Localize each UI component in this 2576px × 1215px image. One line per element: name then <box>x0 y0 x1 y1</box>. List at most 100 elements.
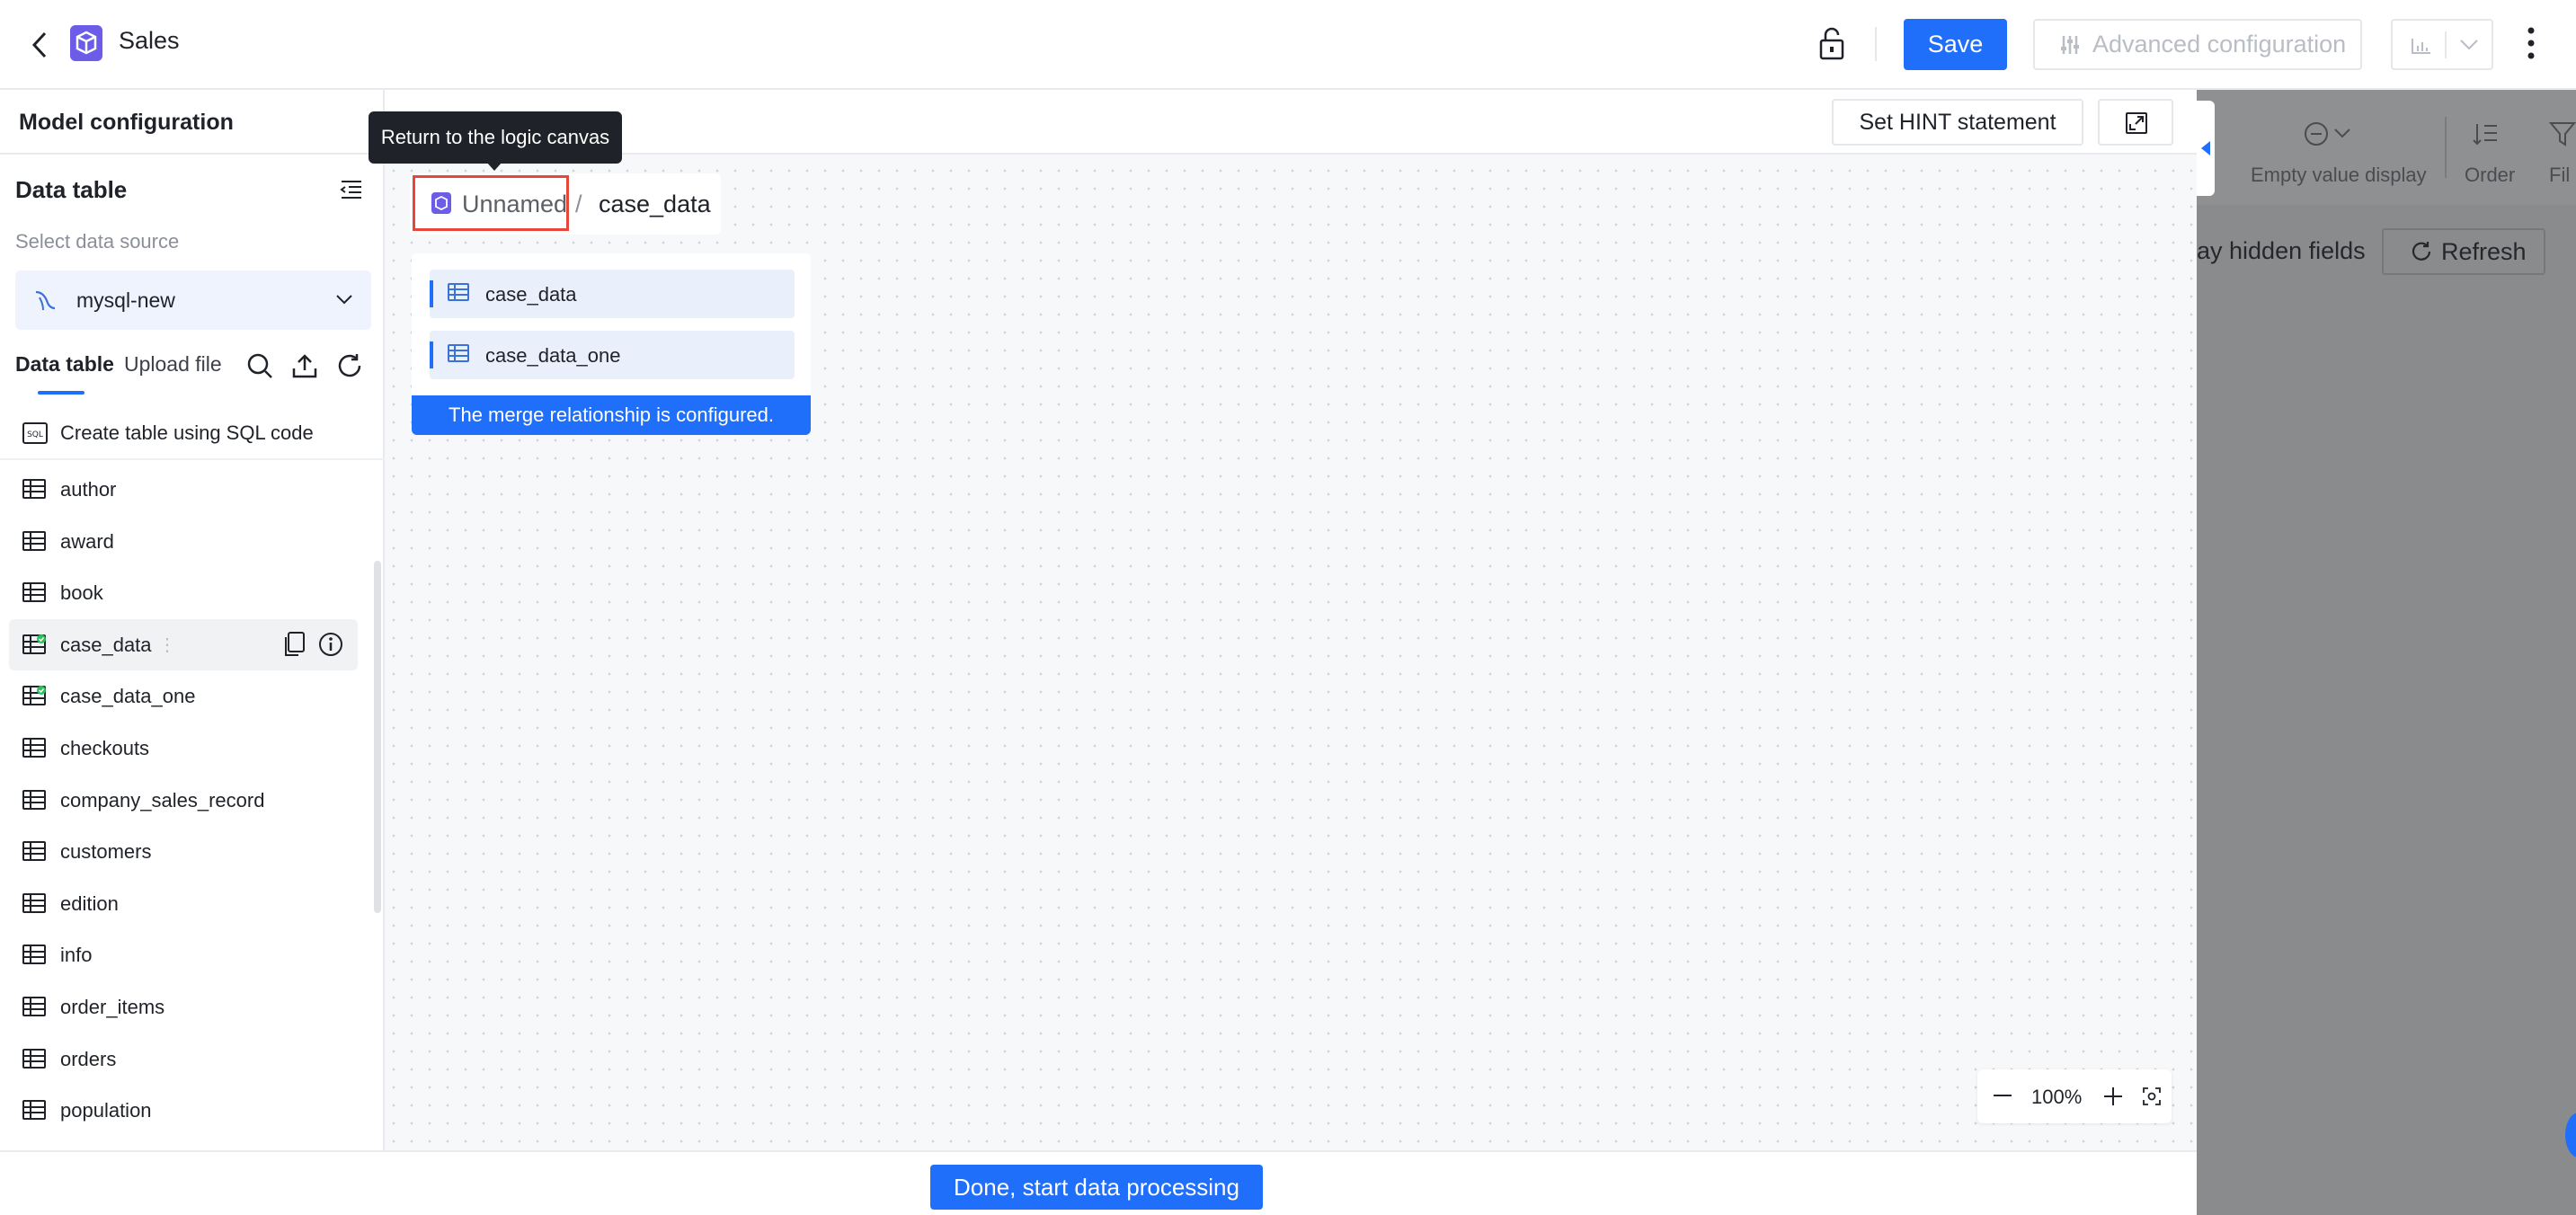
save-button[interactable]: Save <box>1904 19 2007 70</box>
table-icon <box>22 945 46 965</box>
table-used-icon <box>22 634 46 654</box>
filter-icon[interactable] <box>2549 120 2576 147</box>
table-item-label: orders <box>60 1047 117 1070</box>
zoom-level: 100% <box>2031 1086 2083 1108</box>
table-item-label: case_data <box>60 633 152 656</box>
highlight-box <box>413 175 569 231</box>
search-icon[interactable] <box>246 352 273 379</box>
table-icon <box>22 1048 46 1069</box>
table-item-population[interactable]: population <box>9 1085 358 1137</box>
expand-button[interactable] <box>2098 99 2173 146</box>
order-icon[interactable] <box>2472 120 2499 147</box>
advanced-configuration-label: Advanced configuration <box>2092 31 2347 58</box>
refresh-button[interactable]: Refresh <box>2382 228 2545 275</box>
table-item-order-items[interactable]: order_items <box>9 981 358 1033</box>
create-table-sql-item[interactable]: SQL Create table using SQL code <box>0 406 385 460</box>
divider <box>1875 27 1877 61</box>
filter-label: Fil <box>2549 164 2571 186</box>
table-item-orders[interactable]: orders <box>9 1033 358 1086</box>
table-item-label: order_items <box>60 995 165 1018</box>
table-item-label: company_sales_record <box>60 788 265 811</box>
sql-icon: SQL <box>22 422 48 444</box>
create-table-sql-label: Create table using SQL code <box>60 421 314 444</box>
data-table-title: Data table <box>15 176 128 203</box>
table-item-label: author <box>60 478 117 501</box>
table-item-label: edition <box>60 891 119 915</box>
table-icon <box>22 1100 46 1121</box>
app-title: Sales <box>119 27 180 54</box>
drag-handle-icon[interactable]: ⋮ <box>158 634 176 656</box>
table-item-book[interactable]: book <box>9 567 358 619</box>
table-item-edition[interactable]: edition <box>9 878 358 930</box>
table-item-label: book <box>60 581 103 605</box>
empty-value-icon[interactable] <box>2303 120 2353 147</box>
refresh-label: Refresh <box>2441 237 2527 265</box>
zoom-control: 100% <box>1977 1069 2172 1123</box>
breadcrumb-separator: / <box>575 191 582 217</box>
panel-collapse-handle[interactable] <box>2197 101 2215 196</box>
chart-type-dropdown[interactable] <box>2391 19 2493 70</box>
table-icon <box>448 283 469 301</box>
app-cube-icon <box>70 25 102 61</box>
merge-status-banner: The merge relationship is configured. <box>412 395 811 435</box>
model-config-title: Model configuration <box>19 110 234 135</box>
merge-node-card[interactable]: case_data case_data_one The merge relati… <box>412 253 811 435</box>
right-config-panel: Empty value display Order Fil ay hidden … <box>2197 90 2576 1215</box>
table-icon <box>22 841 46 862</box>
table-item-label: customers <box>60 840 152 864</box>
right-toolbar: Empty value display Order Fil <box>2197 90 2576 205</box>
table-icon <box>448 344 469 362</box>
info-icon[interactable] <box>318 632 343 657</box>
advanced-configuration-button[interactable]: Advanced configuration <box>2033 19 2362 70</box>
select-data-source-label: Select data source <box>15 230 180 253</box>
caret-left-icon <box>2200 140 2211 156</box>
table-icon <box>22 530 46 551</box>
table-icon <box>22 892 46 913</box>
mysql-icon <box>33 288 57 312</box>
node-table-case-data[interactable]: case_data <box>430 270 795 318</box>
table-item-author[interactable]: author <box>9 464 358 516</box>
table-item-case-data-one[interactable]: case_data_one <box>9 670 358 723</box>
table-list-scrollbar[interactable] <box>374 561 381 913</box>
back-arrow-icon[interactable] <box>31 31 49 59</box>
fit-screen-icon[interactable] <box>2143 1087 2161 1105</box>
table-item-customers[interactable]: customers <box>9 826 358 878</box>
upload-icon[interactable] <box>291 352 318 379</box>
table-item-case-data[interactable]: case_data ⋮ <box>9 618 358 671</box>
collapse-list-icon[interactable] <box>340 180 363 200</box>
copy-icon[interactable] <box>282 631 306 657</box>
data-source-select[interactable]: mysql-new <box>15 270 371 330</box>
more-vertical-icon[interactable] <box>2527 27 2535 59</box>
node-table-case-data-one[interactable]: case_data_one <box>430 331 795 379</box>
lock-icon[interactable] <box>1818 27 1845 61</box>
tooltip-arrow <box>486 162 502 171</box>
table-item-info[interactable]: info <box>9 929 358 981</box>
table-icon <box>22 582 46 603</box>
table-item-label: award <box>60 529 114 553</box>
left-panel: Model configuration Data table Select da… <box>0 90 385 1150</box>
tab-upload-file[interactable]: Upload file <box>124 352 222 377</box>
svg-text:SQL: SQL <box>27 430 43 439</box>
table-icon <box>22 789 46 810</box>
table-item-award[interactable]: award <box>9 516 358 568</box>
data-source-value: mysql-new <box>76 288 175 312</box>
done-start-processing-button[interactable]: Done, start data processing <box>930 1165 1263 1210</box>
table-icon <box>22 996 46 1016</box>
refresh-icon <box>2411 241 2432 262</box>
table-used-icon <box>22 686 46 706</box>
node-table-label: case_data_one <box>485 344 621 367</box>
table-item-checkouts[interactable]: checkouts <box>9 723 358 775</box>
zoom-out-icon[interactable] <box>1994 1095 2012 1096</box>
refresh-icon[interactable] <box>336 352 363 379</box>
table-icon <box>22 737 46 758</box>
display-hidden-fields-label[interactable]: ay hidden fields <box>2197 237 2366 265</box>
zoom-in-icon[interactable] <box>2103 1086 2123 1106</box>
table-icon <box>22 479 46 499</box>
model-config-header: Model configuration <box>0 90 385 155</box>
logic-canvas[interactable] <box>385 90 2197 1150</box>
table-item-company-sales-record[interactable]: company_sales_record <box>9 775 358 827</box>
set-hint-statement-button[interactable]: Set HINT statement <box>1832 99 2083 146</box>
empty-value-display-label: Empty value display <box>2251 164 2427 186</box>
tab-data-table[interactable]: Data table <box>15 352 114 377</box>
chevron-down-icon <box>2459 39 2479 51</box>
